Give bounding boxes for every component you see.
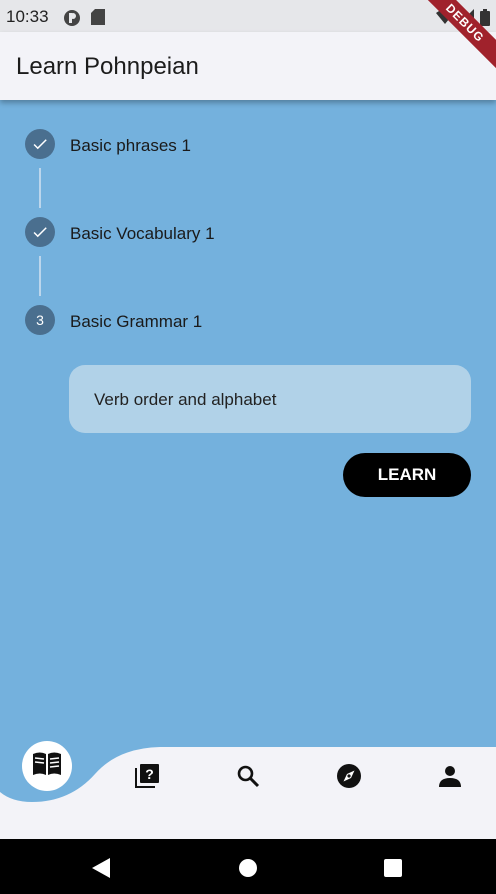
quiz-icon: ?	[134, 763, 160, 794]
step-1-label[interactable]: Basic phrases 1	[70, 136, 191, 156]
sd-card-icon	[91, 9, 105, 30]
compass-icon	[336, 763, 362, 794]
nav-explore-tab[interactable]	[329, 758, 369, 798]
step-description-card: Verb order and alphabet	[69, 365, 471, 433]
step-2-label[interactable]: Basic Vocabulary 1	[70, 224, 215, 244]
nav-search-tab[interactable]	[228, 758, 268, 798]
step-2-check-icon[interactable]	[25, 217, 55, 247]
step-connector	[39, 256, 41, 296]
app-bar: Learn Pohnpeian	[0, 32, 496, 100]
app-notification-icon	[62, 9, 82, 32]
page-title: Learn Pohnpeian	[16, 53, 199, 80]
nav-book-tab[interactable]	[22, 741, 72, 791]
nav-quiz-tab[interactable]: ?	[127, 758, 167, 798]
person-icon	[439, 765, 461, 792]
nav-profile-tab[interactable]	[430, 758, 470, 798]
svg-text:?: ?	[145, 766, 154, 782]
system-nav-bar	[0, 839, 496, 894]
status-time: 10:33	[6, 7, 49, 26]
step-connector	[39, 168, 41, 208]
recents-icon[interactable]	[384, 859, 402, 882]
step-1-check-icon[interactable]	[25, 129, 55, 159]
book-icon	[32, 751, 62, 782]
back-icon[interactable]	[92, 858, 110, 883]
step-3-number[interactable]: 3	[25, 305, 55, 335]
step-3-label[interactable]: Basic Grammar 1	[70, 312, 202, 332]
home-icon[interactable]	[239, 859, 257, 882]
status-bar: 10:33	[0, 0, 496, 32]
search-icon	[236, 764, 260, 793]
learn-button[interactable]: LEARN	[343, 453, 471, 497]
step-description: Verb order and alphabet	[94, 390, 277, 409]
